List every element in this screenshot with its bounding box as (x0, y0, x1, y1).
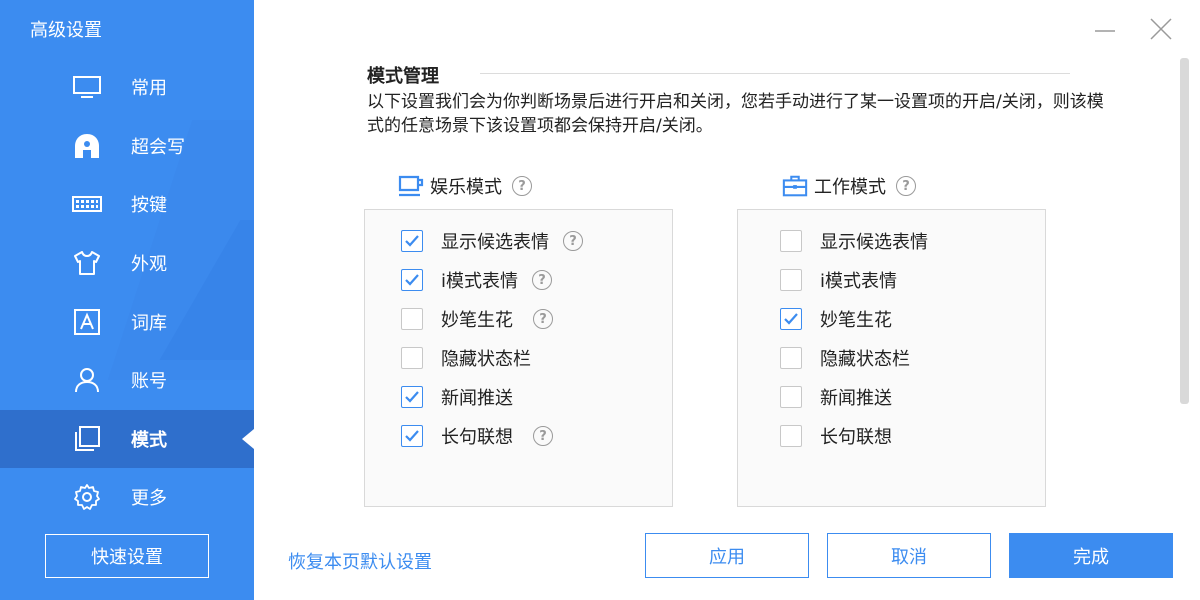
option-hide-status-bar[interactable]: 隐藏状态栏 (780, 346, 910, 370)
option-label: 显示候选表情 (441, 232, 549, 253)
monitor-icon (72, 72, 102, 102)
shirt-icon (72, 248, 102, 278)
sidebar-item-more[interactable]: 更多 (0, 468, 254, 527)
entertainment-mode-header: 娱乐模式 ? (398, 173, 532, 199)
checkbox-checked[interactable] (401, 386, 423, 408)
option-label: 显示候选表情 (820, 232, 928, 253)
checkbox-unchecked[interactable] (401, 308, 423, 330)
section-title: 模式管理 (367, 66, 439, 87)
checkbox-checked[interactable] (401, 425, 423, 447)
user-icon (72, 365, 102, 395)
sidebar-item-label: 账号 (131, 371, 167, 393)
sidebar: 高级设置 常用 超会写 按键 外观 词库 账号 模式 更多 快速设置 (0, 0, 254, 600)
help-icon[interactable]: ? (532, 270, 553, 290)
option-label: 隐藏状态栏 (820, 349, 910, 370)
sidebar-item-keys[interactable]: 按键 (0, 175, 254, 234)
option-label: 妙笔生花 (820, 310, 892, 331)
window-title: 高级设置 (30, 20, 102, 41)
sidebar-item-appearance[interactable]: 外观 (0, 234, 254, 293)
option-i-mode-emoji[interactable]: i模式表情 (780, 268, 897, 292)
sidebar-item-label: 词库 (131, 312, 167, 334)
checkbox-unchecked[interactable] (401, 347, 423, 369)
option-label: i模式表情 (441, 271, 519, 292)
checkbox-checked[interactable] (401, 269, 423, 291)
sidebar-item-super-write[interactable]: 超会写 (0, 117, 254, 176)
option-news-push[interactable]: 新闻推送 (780, 385, 892, 409)
cup-icon (398, 173, 424, 199)
briefcase-icon (782, 173, 808, 199)
entertainment-mode-panel: 显示候选表情 ? i模式表情 ? 妙笔生花 ? 隐藏状态栏 新闻推送 长句联想 … (364, 209, 673, 507)
option-label: 新闻推送 (820, 388, 892, 409)
help-icon[interactable]: ? (533, 426, 553, 446)
gear-icon (72, 482, 102, 512)
minimize-icon[interactable] (1090, 14, 1120, 44)
sidebar-item-account[interactable]: 账号 (0, 351, 254, 410)
sidebar-item-label: 模式 (131, 429, 167, 451)
restore-defaults-link[interactable]: 恢复本页默认设置 (288, 548, 432, 574)
option-miaobi[interactable]: 妙笔生花 (780, 307, 892, 331)
active-indicator (242, 428, 254, 449)
option-label: 长句联想 (820, 427, 892, 448)
option-show-emoji-candidates[interactable]: 显示候选表情 ? (401, 229, 583, 253)
sidebar-item-label: 常用 (131, 78, 167, 100)
option-long-sentence[interactable]: 长句联想 (780, 424, 892, 448)
super-write-icon (72, 131, 102, 161)
quick-settings-button[interactable]: 快速设置 (45, 534, 209, 578)
done-button[interactable]: 完成 (1009, 533, 1173, 578)
sidebar-item-common[interactable]: 常用 (0, 58, 254, 117)
option-show-emoji-candidates[interactable]: 显示候选表情 (780, 229, 928, 253)
option-news-push[interactable]: 新闻推送 (401, 385, 513, 409)
help-icon[interactable]: ? (512, 176, 532, 196)
close-icon[interactable] (1146, 14, 1176, 44)
work-mode-panel: 显示候选表情 i模式表情 妙笔生花 隐藏状态栏 新闻推送 长句联想 (737, 209, 1046, 507)
mode-name: 娱乐模式 (430, 177, 502, 198)
help-icon[interactable]: ? (533, 309, 553, 329)
scrollbar-thumb[interactable] (1180, 58, 1189, 404)
checkbox-checked[interactable] (401, 230, 423, 252)
sidebar-nav: 常用 超会写 按键 外观 词库 账号 模式 更多 (0, 58, 254, 527)
checkbox-unchecked[interactable] (780, 425, 802, 447)
option-label: 新闻推送 (441, 388, 513, 409)
lexicon-icon (72, 307, 102, 337)
option-miaobi[interactable]: 妙笔生花 ? (401, 307, 553, 331)
option-label: 妙笔生花 (441, 310, 513, 331)
cancel-button[interactable]: 取消 (827, 533, 991, 578)
apply-button[interactable]: 应用 (645, 533, 809, 578)
option-hide-status-bar[interactable]: 隐藏状态栏 (401, 346, 531, 370)
sidebar-item-label: 超会写 (131, 136, 185, 158)
work-mode-header: 工作模式 ? (782, 173, 916, 199)
sidebar-item-mode[interactable]: 模式 (0, 409, 254, 469)
sidebar-item-label: 外观 (131, 254, 167, 276)
option-label: i模式表情 (820, 271, 898, 292)
sidebar-item-label: 按键 (131, 195, 167, 217)
option-long-sentence[interactable]: 长句联想 ? (401, 424, 553, 448)
help-icon[interactable]: ? (896, 176, 916, 196)
sidebar-item-lexicon[interactable]: 词库 (0, 292, 254, 351)
checkbox-unchecked[interactable] (780, 386, 802, 408)
checkbox-unchecked[interactable] (780, 269, 802, 291)
checkbox-unchecked[interactable] (780, 230, 802, 252)
sidebar-item-label: 更多 (131, 488, 167, 510)
section-divider (480, 73, 1070, 74)
mode-name: 工作模式 (814, 177, 886, 198)
checkbox-checked[interactable] (780, 308, 802, 330)
mode-icon (72, 424, 102, 454)
keyboard-icon (72, 189, 102, 219)
option-i-mode-emoji[interactable]: i模式表情 ? (401, 268, 553, 292)
help-icon[interactable]: ? (563, 231, 583, 251)
section-description: 以下设置我们会为你判断场景后进行开启和关闭，您若手动进行了某一设置项的开启/关闭… (367, 92, 1104, 136)
option-label: 长句联想 (441, 427, 513, 448)
option-label: 隐藏状态栏 (441, 349, 531, 370)
checkbox-unchecked[interactable] (780, 347, 802, 369)
